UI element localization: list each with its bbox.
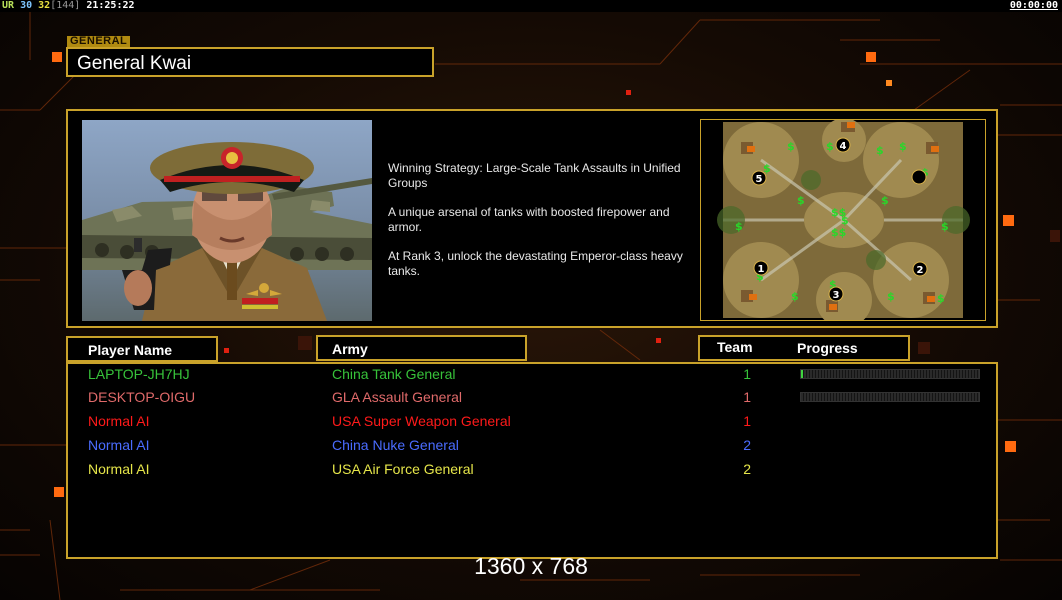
svg-text:$: $ (797, 194, 805, 207)
svg-text:3: 3 (833, 290, 840, 301)
fps-readout: UR 30 32[144] 21:25:22 (2, 0, 135, 12)
header-progress-label: Progress (797, 340, 858, 356)
player-name: Normal AI (88, 413, 150, 429)
resolution-overlay: 1360 x 768 (474, 553, 588, 579)
svg-text:$: $ (791, 290, 799, 303)
player-row[interactable]: Normal AI China Nuke General 2 (68, 437, 996, 457)
player-progress-bar (800, 369, 980, 379)
player-progress-fill (801, 370, 803, 378)
description-strategy: Winning Strategy: Large-Scale Tank Assau… (388, 161, 681, 190)
player-team: 2 (743, 437, 751, 453)
player-name: Normal AI (88, 437, 150, 453)
fps-value-c: [144] (50, 0, 81, 11)
header-team-progress: Team Progress (698, 335, 910, 361)
map-preview: $$$$ $$ $$$$$ $$ $$$ $$$ $$ 4 5 6 1 2 3 (700, 119, 986, 321)
svg-text:1: 1 (758, 264, 765, 275)
svg-text:$: $ (937, 292, 945, 305)
ur-label: UR (2, 0, 15, 11)
player-team: 1 (743, 413, 751, 429)
header-player-name: Player Name (66, 336, 218, 362)
player-army: China Nuke General (332, 437, 459, 453)
general-portrait (82, 120, 372, 321)
general-info-panel: Winning Strategy: Large-Scale Tank Assau… (66, 109, 998, 328)
svg-text:6: 6 (916, 173, 923, 184)
player-row[interactable]: Normal AI USA Air Force General 2 (68, 461, 996, 481)
general-name-box: General Kwai (66, 47, 434, 77)
svg-text:$: $ (899, 140, 907, 153)
fps-value-b: 32 (38, 0, 51, 11)
player-row[interactable]: LAPTOP-JH7HJ China Tank General 1 (68, 366, 996, 386)
player-name: Normal AI (88, 461, 150, 477)
player-army: USA Super Weapon General (332, 413, 511, 429)
header-army: Army (316, 335, 527, 361)
general-description: Winning Strategy: Large-Scale Tank Assau… (388, 161, 698, 293)
player-army: GLA Assault General (332, 389, 462, 405)
player-row[interactable]: Normal AI USA Super Weapon General 1 (68, 413, 996, 433)
game-timer: 00:00:00 (1009, 0, 1058, 11)
player-army: China Tank General (332, 366, 456, 382)
description-arsenal: A unique arsenal of tanks with boosted f… (388, 205, 670, 234)
general-tag: GENERAL (67, 36, 131, 47)
svg-text:$: $ (887, 290, 895, 303)
svg-text:5: 5 (756, 174, 763, 185)
player-team: 1 (743, 389, 751, 405)
svg-text:4: 4 (840, 141, 847, 152)
general-name: General Kwai (77, 53, 192, 74)
svg-text:$: $ (787, 140, 795, 153)
header-army-label: Army (332, 341, 368, 357)
svg-text:2: 2 (917, 265, 924, 276)
svg-text:$: $ (876, 144, 884, 157)
player-team: 2 (743, 461, 751, 477)
player-name: DESKTOP-OIGU (88, 389, 196, 405)
player-row[interactable]: DESKTOP-OIGU GLA Assault General 1 (68, 389, 996, 409)
svg-text:$: $ (735, 220, 743, 233)
fps-value-a: 30 (20, 0, 33, 11)
svg-text:$$: $$ (831, 226, 846, 239)
top-status-bar: UR 30 32[144] 21:25:22 00:00:00 (0, 0, 1062, 12)
svg-text:$: $ (881, 194, 889, 207)
svg-text:$: $ (826, 140, 834, 153)
header-player-name-label: Player Name (88, 342, 173, 358)
player-army: USA Air Force General (332, 461, 474, 477)
player-list-panel: LAPTOP-JH7HJ China Tank General 1 DESKTOP-O… (66, 362, 998, 559)
player-name: LAPTOP-JH7HJ (88, 366, 190, 382)
description-rank: At Rank 3, unlock the devastating Empero… (388, 249, 683, 278)
header-team-label: Team (717, 339, 753, 355)
player-team: 1 (743, 366, 751, 382)
svg-text:$: $ (941, 220, 949, 233)
clock: 21:25:22 (86, 0, 135, 11)
player-progress-bar (800, 392, 980, 402)
